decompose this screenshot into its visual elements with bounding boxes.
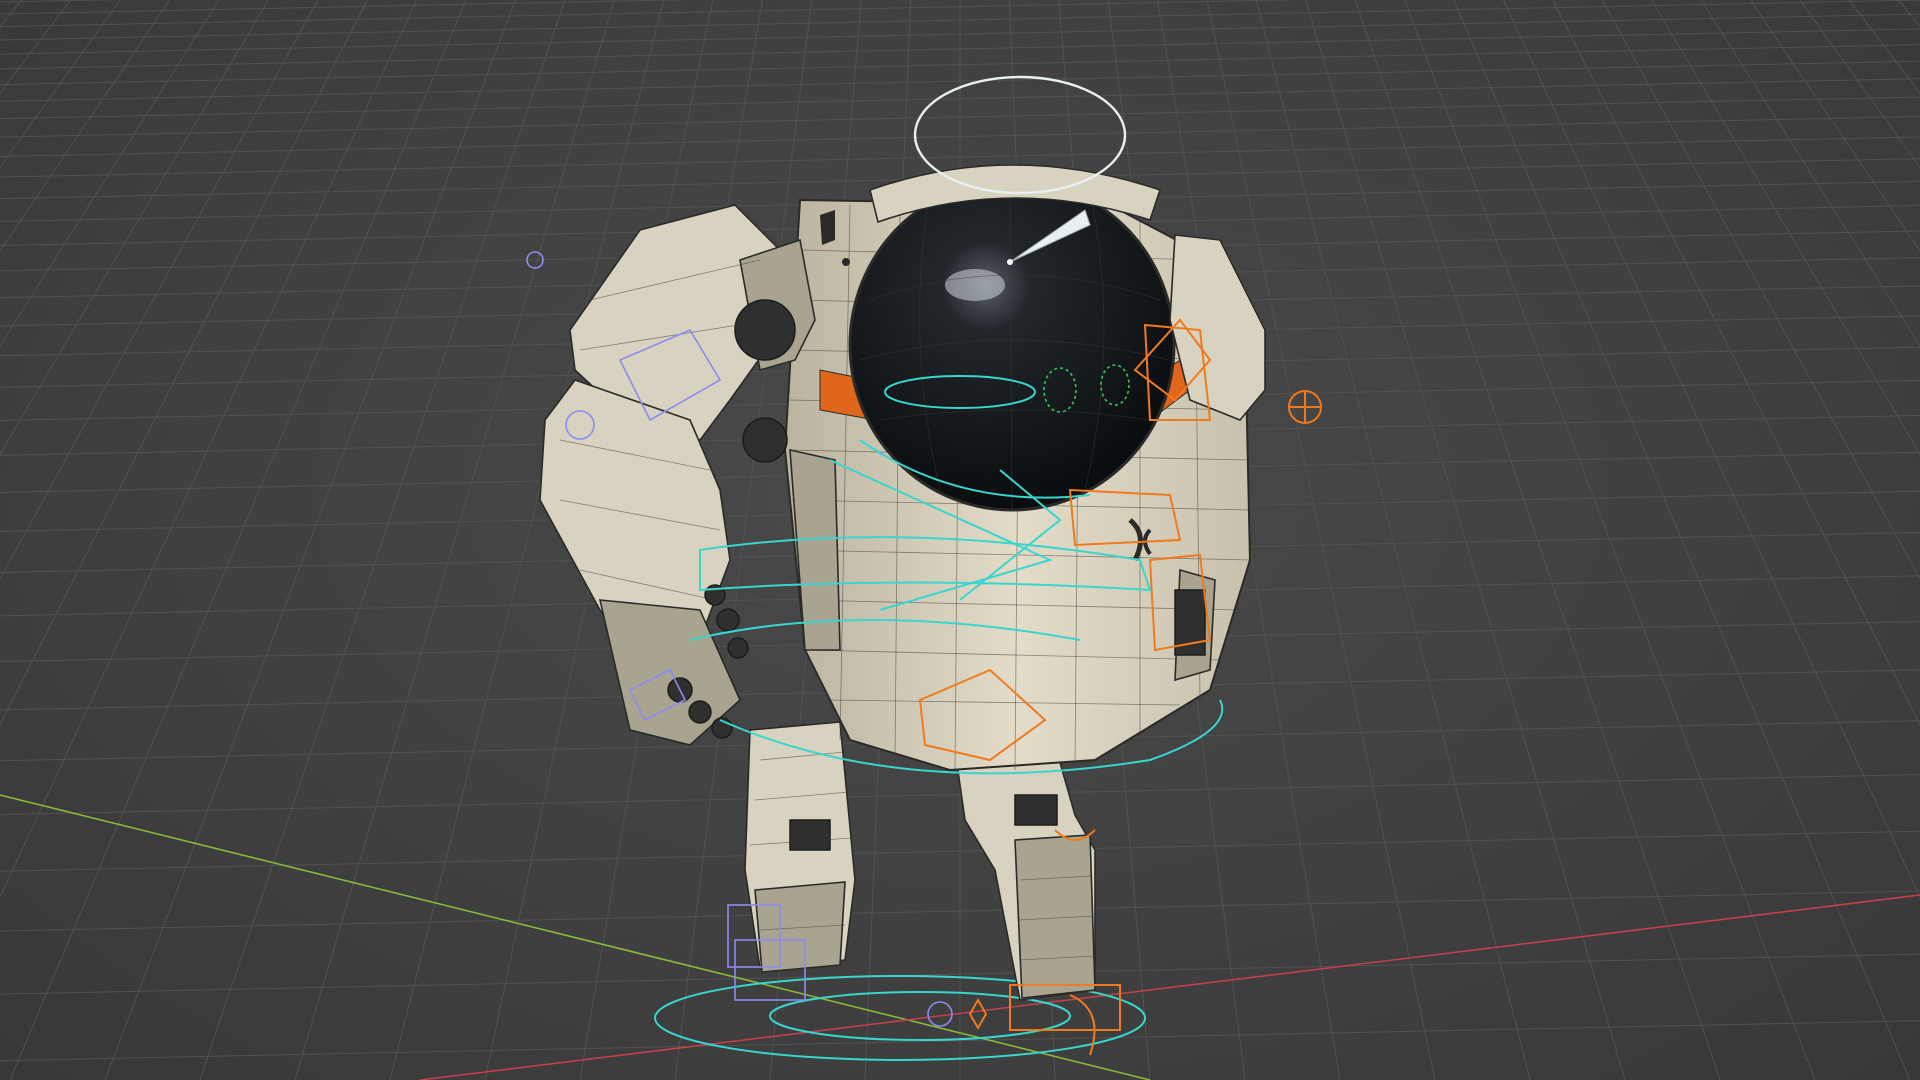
grid-line (9, 0, 467, 1080)
x-axis-line (419, 894, 1920, 1080)
grid-line (1651, 0, 1920, 456)
grid-line (1898, 0, 1920, 28)
viewport-canvas[interactable] (0, 0, 1920, 1080)
head-aim-joint (1007, 259, 1013, 265)
shoulder-bolt-icon (820, 210, 835, 245)
robot-character[interactable] (526, 75, 1322, 1056)
3d-viewport[interactable] (0, 0, 1920, 1080)
right-leg[interactable] (954, 744, 1121, 1031)
grid-line (0, 0, 319, 581)
grid-line (0, 0, 368, 726)
grid-line (104, 0, 516, 1080)
grid-line (0, 0, 418, 899)
foot-pivot-gizmo[interactable] (927, 1001, 953, 1027)
grid-line (0, 0, 220, 347)
grid-line (199, 0, 566, 1080)
grid-line (0, 0, 22, 28)
foot-diamond-gizmo[interactable] (968, 997, 988, 1031)
grid-line (1255, 0, 1531, 1080)
grid-line (0, 0, 171, 252)
helmet-visor[interactable] (848, 178, 1176, 512)
grid-line (0, 0, 269, 456)
left-leg[interactable] (727, 721, 856, 1001)
grid-line (1453, 0, 1911, 1080)
shoulder-screw-icon (842, 258, 850, 266)
